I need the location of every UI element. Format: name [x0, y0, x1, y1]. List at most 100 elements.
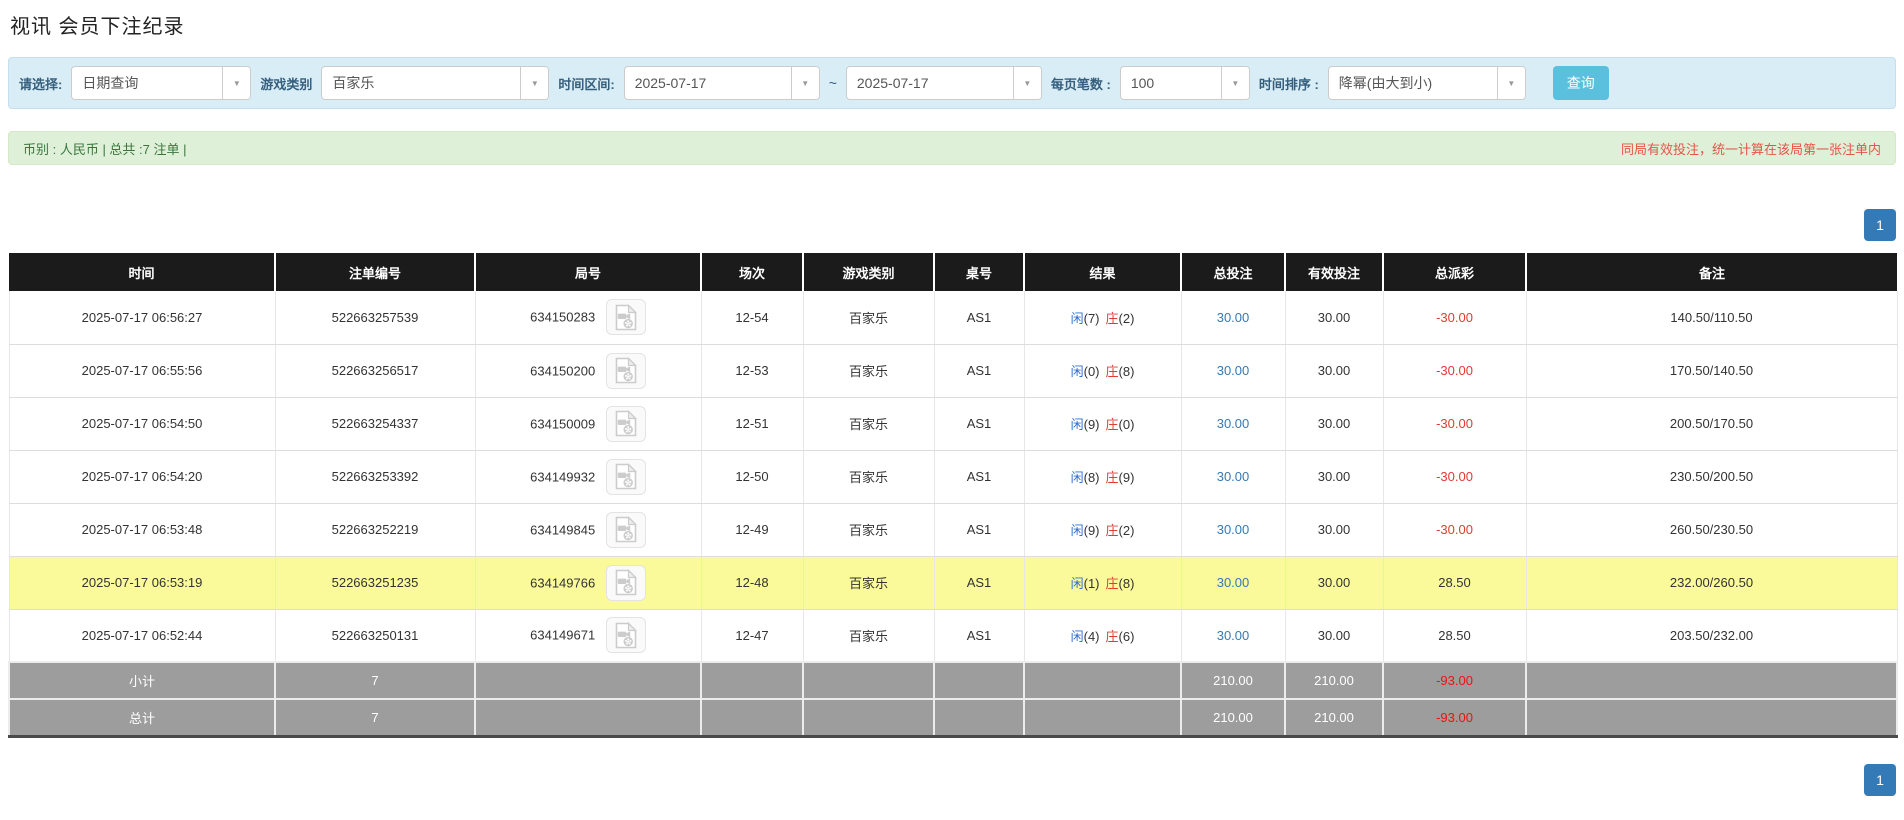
table-row: 2025-07-17 06:56:27 522663257539 6341502…: [9, 291, 1897, 344]
cell-total-bet: 30.00: [1181, 609, 1285, 662]
cell-time: 2025-07-17 06:52:44: [9, 609, 275, 662]
query-type-input[interactable]: [72, 67, 222, 99]
cell-time: 2025-07-17 06:53:48: [9, 503, 275, 556]
cell-table-no: AS1: [934, 344, 1024, 397]
date-from-combobox[interactable]: ▼: [624, 66, 820, 100]
total-row: 总计 7 210.00 210.00 -93.00: [9, 699, 1897, 736]
chevron-down-icon[interactable]: ▼: [1013, 67, 1041, 99]
round-id: 634149932: [530, 469, 595, 484]
total-bet-link[interactable]: 30.00: [1217, 575, 1250, 590]
betting-records-page: 视讯 会员下注纪录 请选择: ▼ 游戏类别 ▼ 时间区间: ▼ ~ ▼ 每页笔数…: [0, 0, 1904, 796]
result-player: 闲(0): [1071, 364, 1100, 379]
video-replay-button[interactable]: [606, 299, 646, 335]
game-category-combobox[interactable]: ▼: [321, 66, 549, 100]
video-replay-button[interactable]: [606, 459, 646, 495]
table-row: 2025-07-17 06:52:44 522663250131 6341496…: [9, 609, 1897, 662]
cell-session: 12-54: [701, 291, 803, 344]
cell-bet-id: 522663251235: [275, 556, 475, 609]
cell-time: 2025-07-17 06:56:27: [9, 291, 275, 344]
query-type-combobox[interactable]: ▼: [71, 66, 251, 100]
result-player: 闲(8): [1071, 470, 1100, 485]
cell-game: 百家乐: [803, 556, 934, 609]
chevron-down-icon[interactable]: ▼: [520, 67, 548, 99]
date-to-input[interactable]: [847, 67, 1013, 99]
date-from-input[interactable]: [625, 67, 791, 99]
round-id: 634149766: [530, 575, 595, 590]
column-header-round: 局号: [475, 253, 701, 291]
currency-total-summary: 币别 : 人民币 | 总共 :7 注单 |: [23, 139, 187, 158]
cell-payout: -30.00: [1383, 397, 1526, 450]
chevron-down-icon[interactable]: ▼: [222, 67, 250, 99]
cell-game: 百家乐: [803, 503, 934, 556]
table-row: 2025-07-17 06:53:19 522663251235 6341497…: [9, 556, 1897, 609]
total-bet-link[interactable]: 30.00: [1217, 363, 1250, 378]
pagination-bottom: 1: [8, 764, 1896, 796]
chevron-down-icon[interactable]: ▼: [1221, 67, 1249, 99]
cell-result: 闲(1)庄(8): [1024, 556, 1181, 609]
column-header-session: 场次: [701, 253, 803, 291]
subtotal-total-bet: 210.00: [1181, 662, 1285, 699]
video-replay-button[interactable]: [606, 353, 646, 389]
total-bet-link[interactable]: 30.00: [1217, 310, 1250, 325]
search-button[interactable]: 查询: [1553, 66, 1609, 100]
chevron-down-icon[interactable]: ▼: [791, 67, 819, 99]
result-player: 闲(9): [1071, 523, 1100, 538]
round-id: 634150283: [530, 310, 595, 325]
result-banker: 庄(9): [1106, 470, 1135, 485]
cell-bet-id: 522663250131: [275, 609, 475, 662]
round-id: 634150200: [530, 363, 595, 378]
summary-bar: 币别 : 人民币 | 总共 :7 注单 | 同局有效投注，统一计算在该局第一张注…: [8, 131, 1896, 165]
query-type-label: 请选择:: [19, 74, 62, 93]
cell-session: 12-50: [701, 450, 803, 503]
cell-total-bet: 30.00: [1181, 503, 1285, 556]
result-banker: 庄(8): [1106, 364, 1135, 379]
video-replay-button[interactable]: [606, 512, 646, 548]
total-bet-link[interactable]: 30.00: [1217, 469, 1250, 484]
game-category-input[interactable]: [322, 67, 520, 99]
total-bet-link[interactable]: 30.00: [1217, 628, 1250, 643]
cell-session: 12-47: [701, 609, 803, 662]
column-header-result: 结果: [1024, 253, 1181, 291]
page-size-input[interactable]: [1121, 67, 1221, 99]
cell-game: 百家乐: [803, 344, 934, 397]
total-valid-bet: 210.00: [1285, 699, 1383, 736]
date-to-combobox[interactable]: ▼: [846, 66, 1042, 100]
cell-payout: -30.00: [1383, 450, 1526, 503]
result-banker: 庄(0): [1106, 417, 1135, 432]
subtotal-payout: -93.00: [1383, 662, 1526, 699]
video-file-icon: [615, 516, 637, 543]
round-id: 634150009: [530, 416, 595, 431]
video-replay-button[interactable]: [606, 406, 646, 442]
cell-round: 634149671: [475, 609, 701, 662]
column-header-valid-bet: 有效投注: [1285, 253, 1383, 291]
page-title: 视讯 会员下注纪录: [10, 10, 1896, 39]
cell-payout: 28.50: [1383, 556, 1526, 609]
cell-remark: 230.50/200.50: [1526, 450, 1897, 503]
video-replay-button[interactable]: [606, 617, 646, 653]
page-size-combobox[interactable]: ▼: [1120, 66, 1250, 100]
cell-round: 634150283: [475, 291, 701, 344]
page-button[interactable]: 1: [1864, 209, 1896, 241]
cell-result: 闲(9)庄(2): [1024, 503, 1181, 556]
cell-session: 12-49: [701, 503, 803, 556]
cell-valid-bet: 30.00: [1285, 609, 1383, 662]
subtotal-count: 7: [275, 662, 475, 699]
cell-round: 634150200: [475, 344, 701, 397]
chevron-down-icon[interactable]: ▼: [1497, 67, 1525, 99]
time-sort-combobox[interactable]: ▼: [1328, 66, 1526, 100]
total-bet-link[interactable]: 30.00: [1217, 416, 1250, 431]
total-bet-link[interactable]: 30.00: [1217, 522, 1250, 537]
cell-session: 12-51: [701, 397, 803, 450]
video-file-icon: [615, 622, 637, 649]
result-player: 闲(1): [1071, 576, 1100, 591]
cell-table-no: AS1: [934, 397, 1024, 450]
video-replay-button[interactable]: [606, 565, 646, 601]
page-button[interactable]: 1: [1864, 764, 1896, 796]
time-sort-input[interactable]: [1329, 67, 1497, 99]
cell-valid-bet: 30.00: [1285, 556, 1383, 609]
column-header-game: 游戏类别: [803, 253, 934, 291]
column-header-total-bet: 总投注: [1181, 253, 1285, 291]
cell-valid-bet: 30.00: [1285, 397, 1383, 450]
column-header-table-no: 桌号: [934, 253, 1024, 291]
cell-remark: 140.50/110.50: [1526, 291, 1897, 344]
